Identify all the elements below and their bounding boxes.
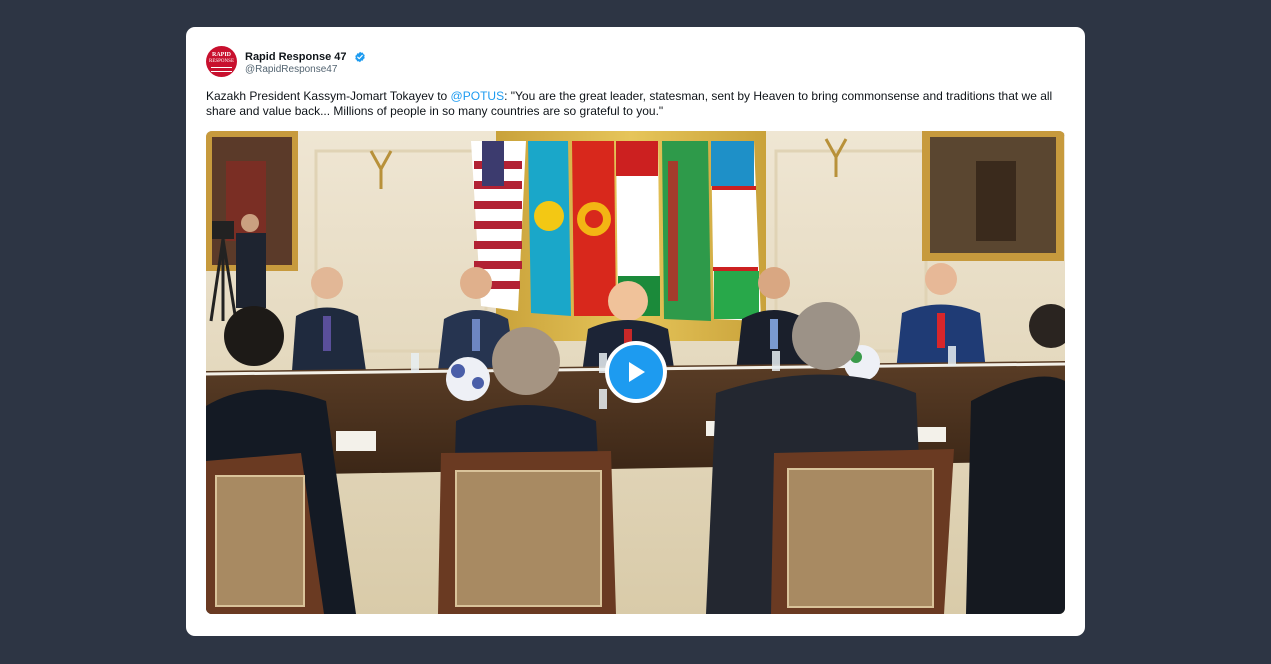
tweet-text-start: Kazakh President Kassym-Jomart Tokayev t…: [206, 89, 451, 103]
account-handle[interactable]: @RapidResponse47: [245, 64, 337, 75]
avatar-text-top: RAPID: [212, 52, 231, 58]
tweet-card: RAPID RESPONSE Rapid Response 47 @RapidR…: [186, 27, 1085, 636]
play-button-inner: [609, 345, 663, 399]
avatar-text-bottom: RESPONSE: [208, 59, 234, 64]
name-line: Rapid Response 47: [245, 48, 366, 64]
play-button[interactable]: [605, 341, 667, 403]
avatar-rule: [211, 67, 232, 72]
tweet-text: Kazakh President Kassym-Jomart Tokayev t…: [206, 89, 1068, 119]
play-icon: [629, 362, 645, 382]
tweet-header: RAPID RESPONSE Rapid Response 47 @RapidR…: [206, 46, 606, 80]
display-name[interactable]: Rapid Response 47: [245, 51, 346, 63]
mention-link[interactable]: @POTUS: [451, 89, 505, 103]
verified-badge-icon: [355, 51, 365, 63]
video-player[interactable]: [206, 131, 1065, 614]
avatar[interactable]: RAPID RESPONSE: [206, 46, 237, 77]
